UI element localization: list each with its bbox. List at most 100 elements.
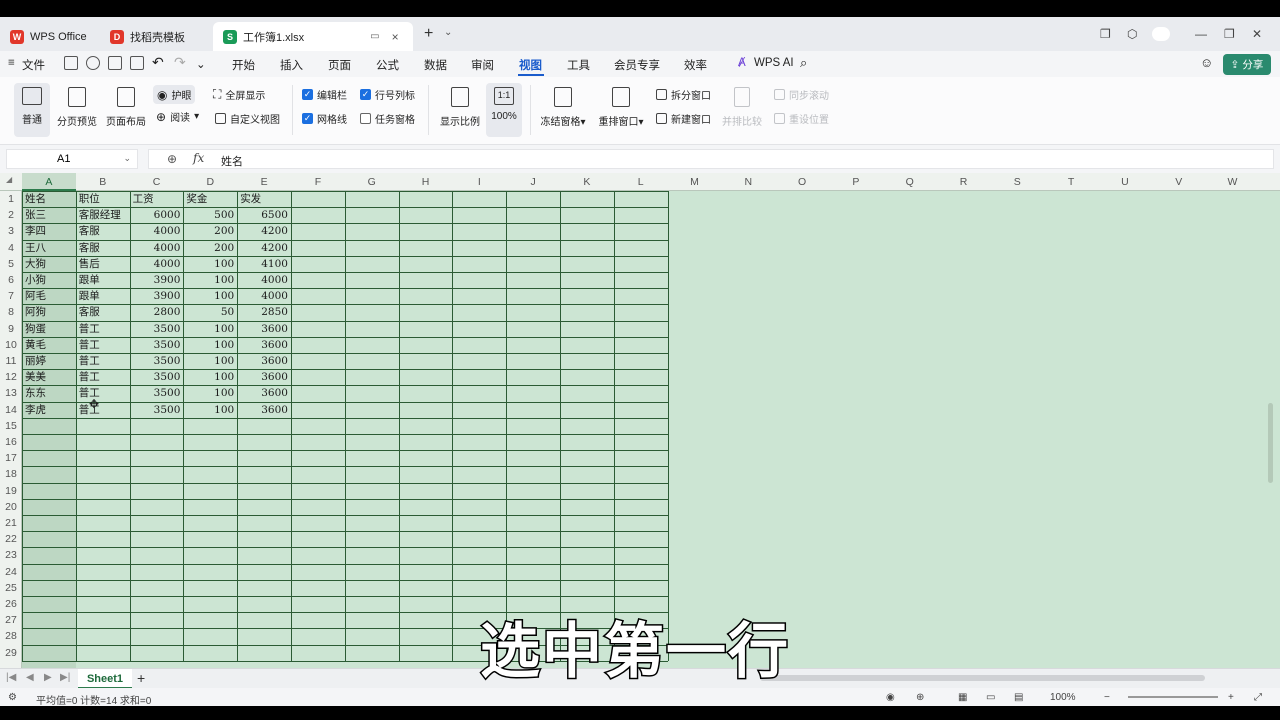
menu-review[interactable]: 审阅 [471, 57, 494, 73]
cell-b11[interactable]: 普工 [76, 353, 130, 369]
sync-scroll-button[interactable]: 同步滚动 [774, 87, 829, 102]
cell-c3[interactable]: 4000 [130, 223, 184, 239]
cell-c12[interactable]: 3500 [130, 369, 184, 385]
cell-a7[interactable]: 阿毛 [22, 288, 76, 304]
cell-c13[interactable]: 3500 [130, 385, 184, 401]
cell-a11[interactable]: 丽婷 [22, 353, 76, 369]
column-header-k[interactable]: K [560, 173, 614, 191]
row-header-6[interactable]: 6 [0, 272, 22, 288]
cell-d1[interactable]: 奖金 [183, 191, 237, 207]
worksheet-grid[interactable]: ◢ ABCDEFGHIJKLMNOPQRSTUVW 12345678910111… [0, 173, 1280, 668]
cell-a12[interactable]: 美美 [22, 369, 76, 385]
cell-e3[interactable]: 4200 [237, 223, 291, 239]
chevron-down-icon[interactable]: ⌄ [196, 57, 206, 71]
task-pane-checkbox[interactable]: 任务窗格 [360, 111, 415, 126]
skin-icon[interactable]: ⬡ [1127, 27, 1137, 41]
tab-docer-templates[interactable]: D 找稻壳模板 [100, 22, 195, 51]
menu-member[interactable]: 会员专享 [614, 57, 660, 73]
formula-bar-checkbox[interactable]: ✓编辑栏 [302, 87, 347, 102]
cell-c4[interactable]: 4000 [130, 240, 184, 256]
fx-icon[interactable]: fx [193, 151, 204, 165]
row-header-22[interactable]: 22 [0, 531, 22, 547]
column-header-v[interactable]: V [1152, 173, 1206, 191]
cell-c7[interactable]: 3900 [130, 288, 184, 304]
zoom-slider[interactable] [1128, 696, 1218, 698]
new-window-button[interactable]: 新建窗口 [656, 111, 711, 126]
cell-a4[interactable]: 王八 [22, 240, 76, 256]
menu-insert[interactable]: 插入 [280, 57, 303, 73]
cell-c1[interactable]: 工资 [130, 191, 184, 207]
crosshair-status-icon[interactable]: ⊕ [916, 692, 924, 703]
save-icon[interactable] [64, 56, 78, 70]
wps-ai-icon[interactable]: Ⱥ [738, 57, 746, 69]
column-header-c[interactable]: C [130, 173, 184, 191]
cell-d14[interactable]: 100 [183, 402, 237, 418]
export-icon[interactable] [86, 56, 100, 70]
column-header-r[interactable]: R [937, 173, 991, 191]
avatar[interactable] [1152, 27, 1170, 41]
reading-mode-button[interactable]: ⊕阅读▾ [156, 109, 199, 124]
row-header-15[interactable]: 15 [0, 418, 22, 434]
cell-e2[interactable]: 6500 [237, 207, 291, 223]
cell-b6[interactable]: 跟单 [76, 272, 130, 288]
cell-d7[interactable]: 100 [183, 288, 237, 304]
column-header-h[interactable]: H [399, 173, 453, 191]
cell-d4[interactable]: 200 [183, 240, 237, 256]
column-header-d[interactable]: D [183, 173, 237, 191]
page-layout-status-icon[interactable]: ▭ [986, 692, 995, 703]
row-header-26[interactable]: 26 [0, 596, 22, 612]
cell-c2[interactable]: 6000 [130, 207, 184, 223]
zoom-100-button[interactable]: 1:1 100% [486, 83, 522, 137]
print-preview-icon[interactable] [130, 56, 144, 70]
cell-a13[interactable]: 东东 [22, 385, 76, 401]
redo-icon[interactable]: ↷ [174, 54, 186, 71]
row-header-25[interactable]: 25 [0, 580, 22, 596]
column-header-g[interactable]: G [345, 173, 399, 191]
column-header-e[interactable]: E [237, 173, 291, 191]
macro-icon[interactable]: ⚙ [8, 692, 17, 703]
cell-c14[interactable]: 3500 [130, 402, 184, 418]
row-header-7[interactable]: 7 [0, 288, 22, 304]
row-header-28[interactable]: 28 [0, 628, 22, 644]
row-header-1[interactable]: 1 [0, 191, 22, 207]
menu-data[interactable]: 数据 [424, 57, 447, 73]
cell-d11[interactable]: 100 [183, 353, 237, 369]
cell-e6[interactable]: 4000 [237, 272, 291, 288]
row-header-4[interactable]: 4 [0, 240, 22, 256]
row-header-17[interactable]: 17 [0, 450, 22, 466]
column-header-t[interactable]: T [1044, 173, 1098, 191]
menu-page[interactable]: 页面 [328, 57, 351, 73]
eye-protect-status-icon[interactable]: ◉ [886, 692, 895, 703]
row-header-23[interactable]: 23 [0, 547, 22, 563]
column-header-u[interactable]: U [1098, 173, 1152, 191]
magnifier-icon[interactable]: ⊕ [167, 152, 177, 166]
row-header-8[interactable]: 8 [0, 304, 22, 320]
row-header-27[interactable]: 27 [0, 612, 22, 628]
cell-a8[interactable]: 阿狗 [22, 304, 76, 320]
cell-d8[interactable]: 50 [183, 304, 237, 320]
menu-home[interactable]: 开始 [232, 57, 255, 73]
cell-b12[interactable]: 普工 [76, 369, 130, 385]
menu-file[interactable]: 文件 [22, 57, 45, 73]
menu-wps-ai[interactable]: WPS AI [754, 57, 794, 69]
row-header-29[interactable]: 29 [0, 645, 22, 661]
row-header-3[interactable]: 3 [0, 223, 22, 239]
cell-e5[interactable]: 4100 [237, 256, 291, 272]
eye-protect-toggle[interactable]: ◉护眼 [153, 85, 195, 104]
cell-b7[interactable]: 跟单 [76, 288, 130, 304]
cell-e10[interactable]: 3600 [237, 337, 291, 353]
row-header-5[interactable]: 5 [0, 256, 22, 272]
row-header-21[interactable]: 21 [0, 515, 22, 531]
horizontal-scrollbar[interactable] [760, 675, 1205, 681]
column-header-b[interactable]: B [76, 173, 130, 191]
reset-position-button[interactable]: 重设位置 [774, 111, 829, 126]
close-window-icon[interactable]: ✕ [1252, 27, 1262, 41]
cell-e9[interactable]: 3600 [237, 321, 291, 337]
column-header-o[interactable]: O [775, 173, 829, 191]
prev-sheet-icon[interactable]: ◀ [26, 672, 34, 683]
menu-formula[interactable]: 公式 [376, 57, 399, 73]
cell-e8[interactable]: 2850 [237, 304, 291, 320]
search-icon[interactable]: ⌕ [800, 55, 807, 71]
formula-input[interactable]: ⊕ fx 姓名 [148, 149, 1274, 169]
chevron-down-icon[interactable]: ⌄ [444, 27, 452, 38]
